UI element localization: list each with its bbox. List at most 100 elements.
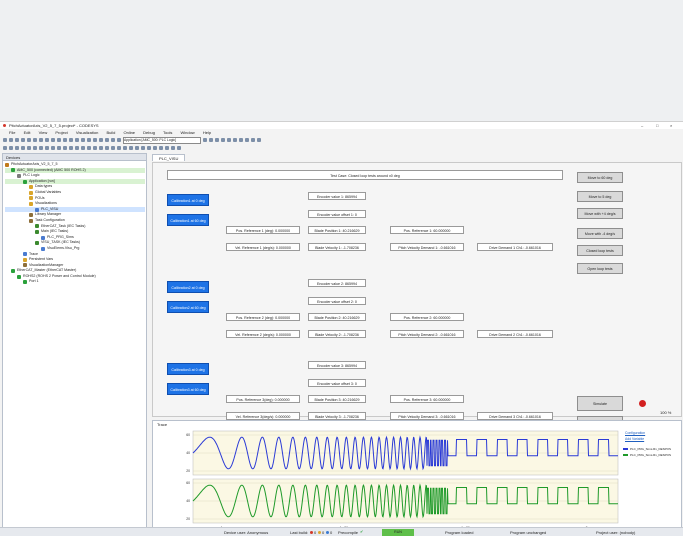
close-button[interactable]: × bbox=[670, 123, 672, 128]
menu-project[interactable]: Project bbox=[55, 130, 67, 135]
breakpoint-icon[interactable] bbox=[75, 138, 79, 142]
align-top-icon[interactable] bbox=[21, 146, 25, 150]
login-icon[interactable] bbox=[111, 138, 115, 142]
fill-icon[interactable] bbox=[135, 146, 139, 150]
build-icon[interactable] bbox=[63, 138, 67, 142]
align-right-icon[interactable] bbox=[15, 146, 19, 150]
zoom-icon[interactable] bbox=[69, 146, 73, 150]
delete-icon[interactable] bbox=[51, 138, 55, 142]
calibrate-0-button[interactable]: Calibration2 at 0 deg bbox=[167, 281, 209, 293]
menu-file[interactable]: File bbox=[9, 130, 15, 135]
add-variable-link[interactable]: Add Variable bbox=[625, 437, 644, 442]
grid-icon[interactable] bbox=[63, 146, 67, 150]
encoder-value: Encoder value 2: 865994 bbox=[308, 279, 366, 287]
legend-swatch bbox=[623, 454, 628, 456]
group-icon[interactable] bbox=[51, 146, 55, 150]
find-icon[interactable] bbox=[57, 138, 61, 142]
hmi-command-button[interactable]: Simulate bbox=[577, 396, 623, 411]
rotate-icon[interactable] bbox=[93, 146, 97, 150]
step-out-icon[interactable] bbox=[93, 138, 97, 142]
ungroup-icon[interactable] bbox=[57, 146, 61, 150]
hmi-command-button[interactable]: Closed loop tests bbox=[577, 245, 623, 256]
reset-icon[interactable] bbox=[215, 138, 219, 142]
maximize-button[interactable]: □ bbox=[656, 123, 658, 128]
login-icon[interactable] bbox=[99, 138, 103, 142]
spacing-icon[interactable] bbox=[81, 146, 85, 150]
trace-chart: 6040206040201m1m30s1m30s2m bbox=[186, 430, 619, 530]
new-icon[interactable] bbox=[3, 138, 7, 142]
tree-node[interactable]: Port 1 bbox=[5, 279, 145, 285]
font-icon[interactable] bbox=[123, 146, 127, 150]
step-icon[interactable] bbox=[81, 138, 85, 142]
calibrate-0-button[interactable]: Calibration1 at 0 deg bbox=[167, 194, 209, 206]
menu-tools[interactable]: Tools bbox=[163, 130, 172, 135]
tab-plc-visu[interactable]: PLC_VISU bbox=[152, 154, 186, 161]
start-icon[interactable] bbox=[203, 138, 207, 142]
more-icon[interactable] bbox=[147, 146, 151, 150]
hmi-command-button[interactable]: Open loop tests bbox=[577, 263, 623, 274]
more-icon[interactable] bbox=[141, 146, 145, 150]
menu-build[interactable]: Build bbox=[106, 130, 115, 135]
calibrate-60-button[interactable]: Calibration2 at 60 deg bbox=[167, 301, 209, 313]
step-out-icon[interactable] bbox=[233, 138, 237, 142]
more-icon[interactable] bbox=[153, 146, 157, 150]
save-icon[interactable] bbox=[15, 138, 19, 142]
drive-demand: Drive Demand 2 Ch1: -0.661016 bbox=[477, 330, 553, 338]
menu-online[interactable]: Online bbox=[123, 130, 135, 135]
hmi-command-button[interactable]: Move to 60 deg bbox=[577, 172, 623, 183]
zoom-level[interactable]: 100 % bbox=[660, 410, 671, 415]
back-icon[interactable] bbox=[45, 146, 49, 150]
online-icon[interactable] bbox=[251, 138, 255, 142]
menu-view[interactable]: View bbox=[39, 130, 48, 135]
cut-icon[interactable] bbox=[33, 138, 37, 142]
size-icon[interactable] bbox=[75, 146, 79, 150]
logout-icon[interactable] bbox=[117, 138, 121, 142]
flip-icon[interactable] bbox=[99, 146, 103, 150]
calibrate-60-button[interactable]: Calibration1 at 60 deg bbox=[167, 214, 209, 226]
rebuild-icon[interactable] bbox=[69, 138, 73, 142]
more-icon[interactable] bbox=[159, 146, 163, 150]
align-bottom-icon[interactable] bbox=[33, 146, 37, 150]
style-icon[interactable] bbox=[111, 146, 115, 150]
hmi-command-button[interactable]: Move to 5 deg bbox=[577, 191, 623, 202]
undo-icon[interactable] bbox=[21, 138, 25, 142]
more-icon[interactable] bbox=[171, 146, 175, 150]
calibrate-60-button[interactable]: Calibration3 at 60 deg bbox=[167, 383, 209, 395]
paste-icon[interactable] bbox=[45, 138, 49, 142]
stop-icon[interactable] bbox=[209, 138, 213, 142]
menu-help[interactable]: Help bbox=[203, 130, 211, 135]
step-into-icon[interactable] bbox=[227, 138, 231, 142]
application-selector[interactable]: Application [AMC_500: PLC Logic] bbox=[123, 136, 201, 144]
node-icon bbox=[35, 224, 39, 229]
step-icon[interactable] bbox=[221, 138, 225, 142]
more-icon[interactable] bbox=[257, 138, 261, 142]
menu-edit[interactable]: Edit bbox=[24, 130, 31, 135]
vel-reference: Vel. Reference 1 (deg/s): 0.000000 bbox=[226, 243, 300, 251]
menu-debug[interactable]: Debug bbox=[143, 130, 155, 135]
hmi-command-button[interactable]: Move with +4 deg/s bbox=[577, 208, 623, 219]
menu-visualization[interactable]: Visualization bbox=[76, 130, 98, 135]
calibrate-0-button[interactable]: Calibration3 at 0 deg bbox=[167, 363, 209, 375]
minimize-button[interactable]: – bbox=[641, 123, 643, 128]
lock-icon[interactable] bbox=[105, 146, 109, 150]
copy-icon[interactable] bbox=[39, 138, 43, 142]
align-middle-icon[interactable] bbox=[27, 146, 31, 150]
color-icon[interactable] bbox=[117, 146, 121, 150]
align-left-icon[interactable] bbox=[3, 146, 7, 150]
more-icon[interactable] bbox=[165, 146, 169, 150]
align-center-icon[interactable] bbox=[9, 146, 13, 150]
open-icon[interactable] bbox=[9, 138, 13, 142]
watch-icon[interactable] bbox=[245, 138, 249, 142]
line-icon[interactable] bbox=[129, 146, 133, 150]
menu-window[interactable]: Window bbox=[180, 130, 194, 135]
step-into-icon[interactable] bbox=[87, 138, 91, 142]
hmi-command-button[interactable]: Move with -4 deg/s bbox=[577, 228, 623, 239]
status-precompile[interactable]: Precompile bbox=[338, 530, 358, 535]
logout-icon[interactable] bbox=[105, 138, 109, 142]
redo-icon[interactable] bbox=[27, 138, 31, 142]
breakpoint-icon[interactable] bbox=[239, 138, 243, 142]
front-icon[interactable] bbox=[39, 146, 43, 150]
more-icon[interactable] bbox=[177, 146, 181, 150]
configuration-link[interactable]: Configuration bbox=[625, 431, 645, 436]
distribute-icon[interactable] bbox=[87, 146, 91, 150]
